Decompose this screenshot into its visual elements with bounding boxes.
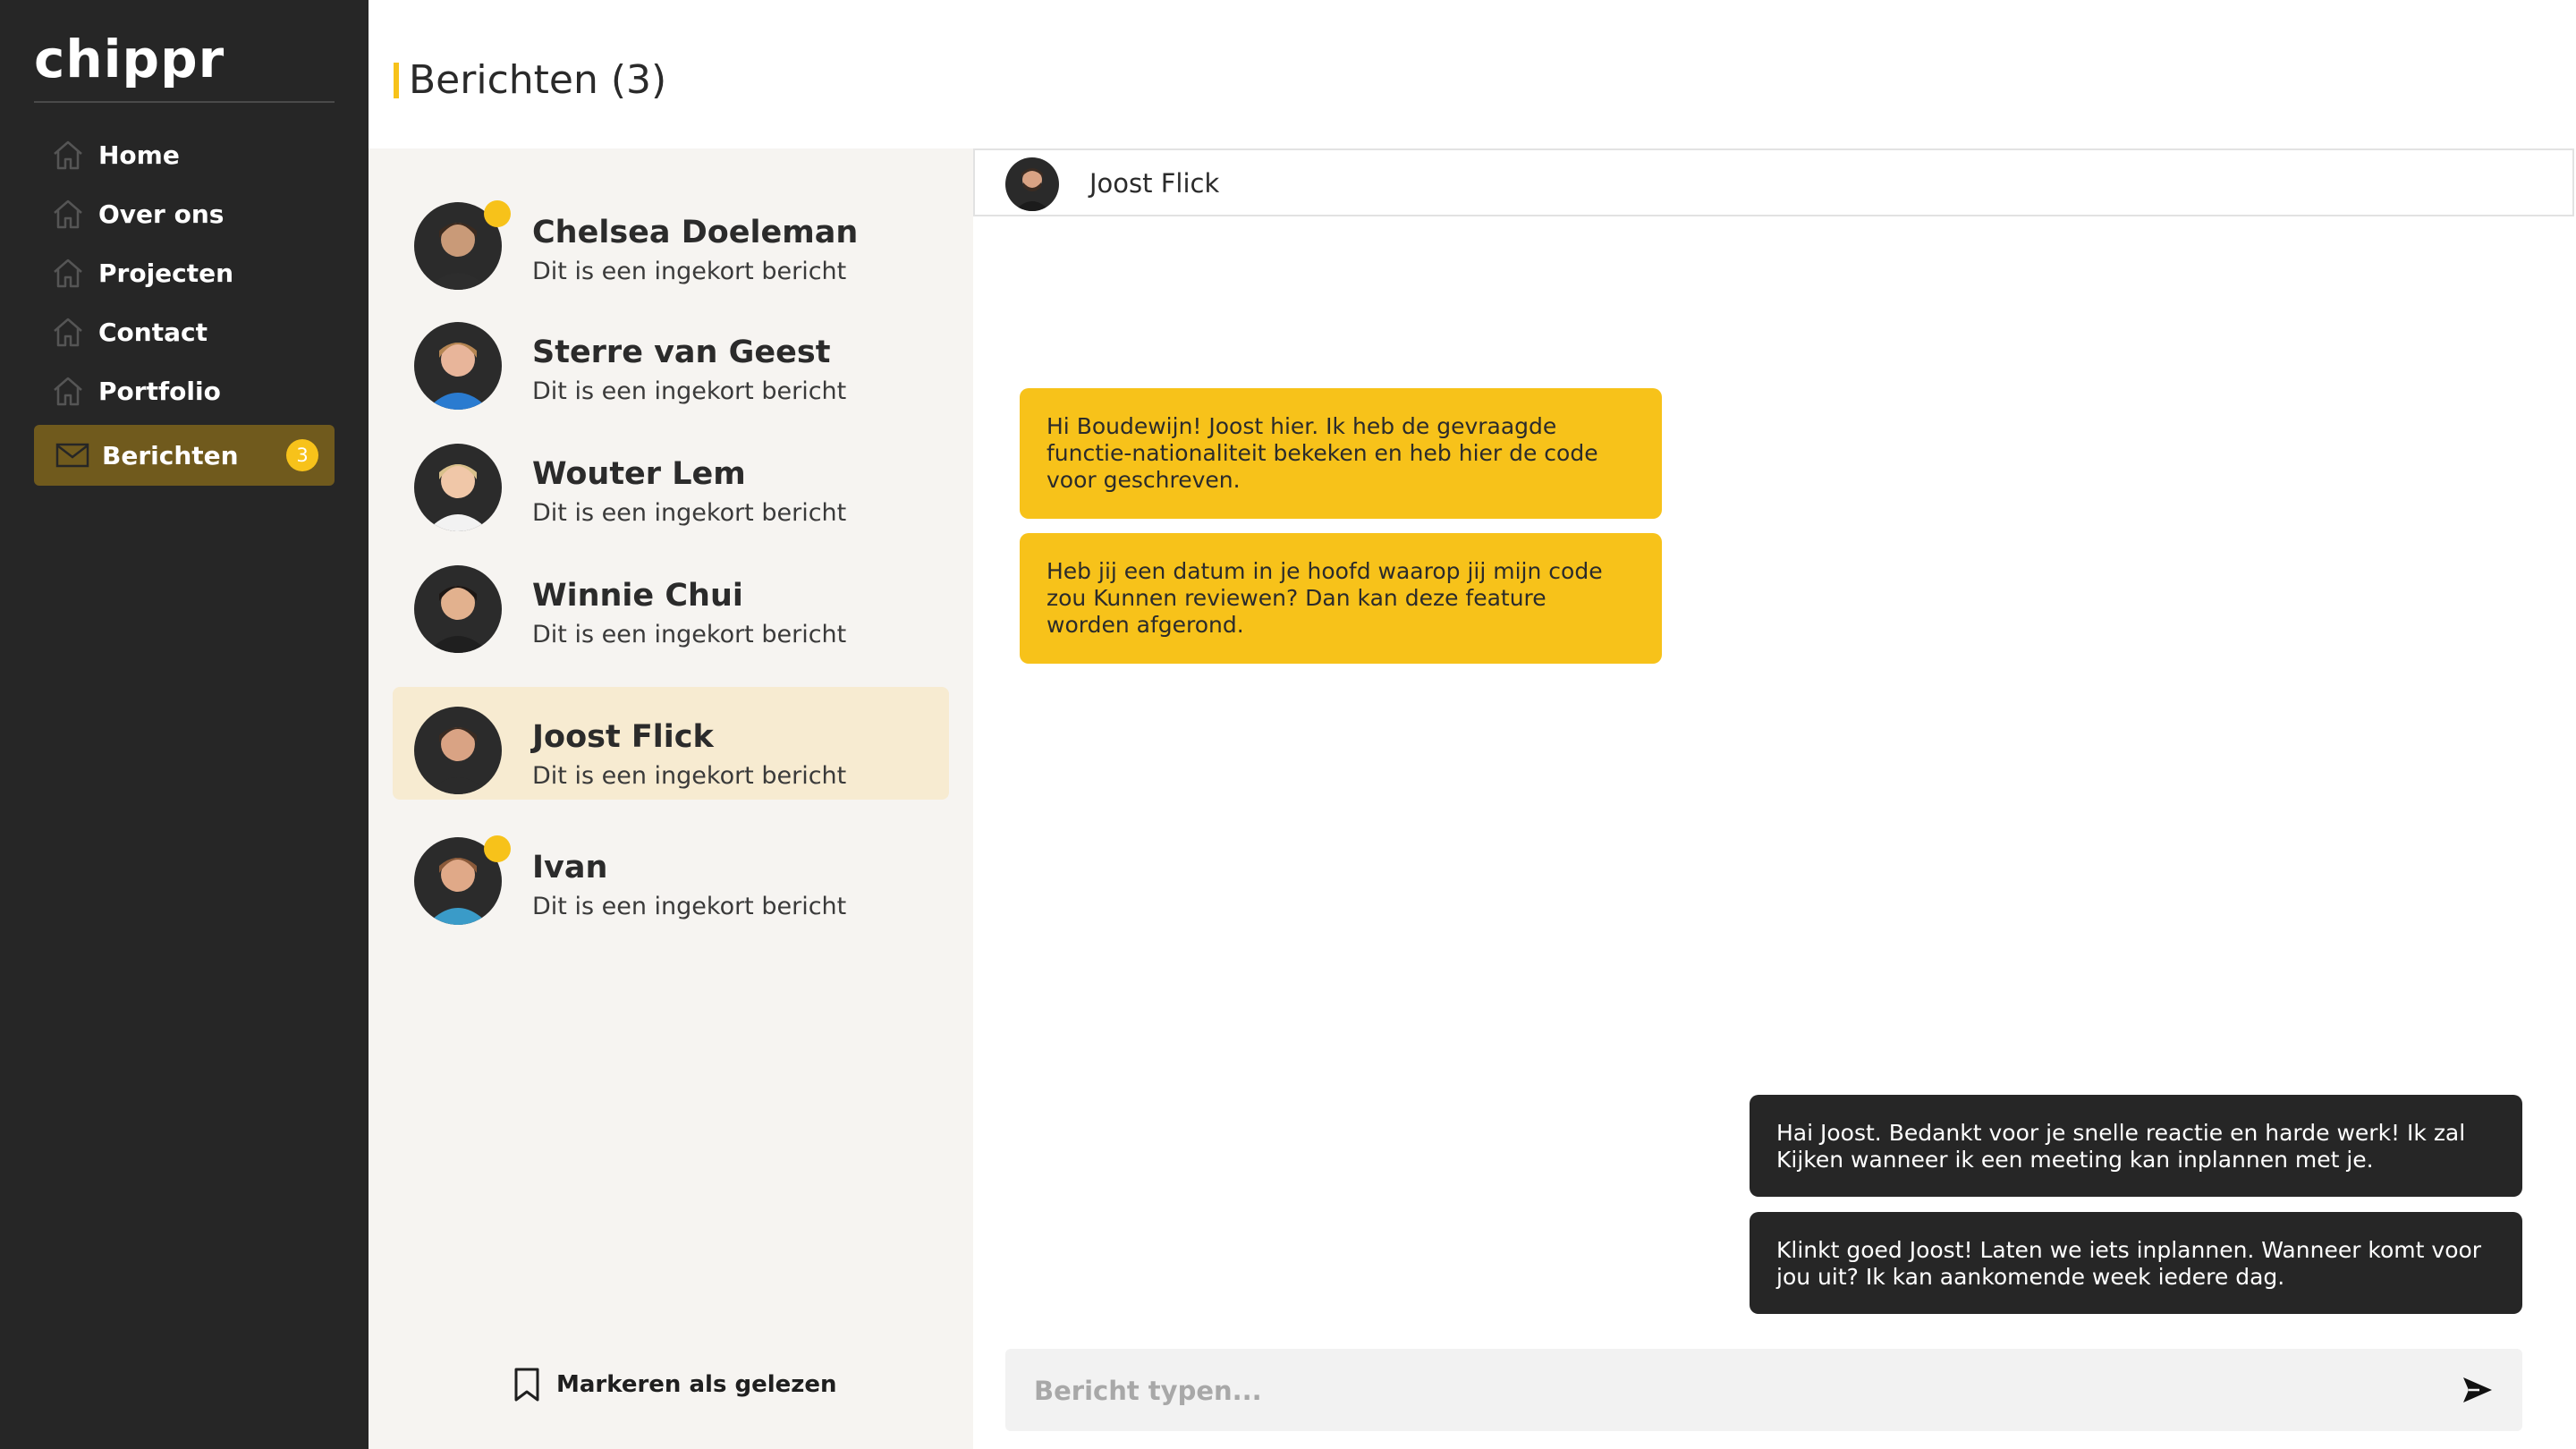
contact-preview: Dit is een ingekort bericht <box>532 377 847 405</box>
bookmark-icon <box>514 1368 539 1402</box>
contact-item[interactable]: Joost Flick Dit is een ingekort bericht <box>393 687 949 800</box>
contact-preview: Dit is een ingekort bericht <box>532 762 847 790</box>
avatar <box>414 322 502 410</box>
envelope-icon <box>55 442 89 469</box>
title-accent <box>394 63 399 98</box>
avatar <box>414 444 502 531</box>
sidebar-item-projecten[interactable]: Projecten <box>34 243 335 302</box>
sidebar-item-label: Portfolio <box>98 376 221 406</box>
page-title: Berichten (3) <box>409 57 667 103</box>
contact-name: Joost Flick <box>532 719 714 755</box>
mark-as-read-label: Markeren als gelezen <box>556 1371 837 1398</box>
sidebar-item-label: Over ons <box>98 199 225 229</box>
home-icon <box>50 137 86 173</box>
sidebar-item-label: Contact <box>98 317 208 347</box>
message-composer <box>1005 1349 2522 1433</box>
unread-indicator <box>484 835 511 862</box>
contact-item[interactable]: Wouter Lem Dit is een ingekort bericht <box>393 424 949 537</box>
home-icon <box>50 196 86 232</box>
sidebar-item-over-ons[interactable]: Over ons <box>34 184 335 243</box>
chat-contact-name: Joost Flick <box>1089 168 1220 199</box>
contact-name: Winnie Chui <box>532 578 743 614</box>
contact-name: Ivan <box>532 850 608 886</box>
send-icon <box>2463 1377 2492 1402</box>
outgoing-message: Klinkt goed Joost! Laten we iets inplann… <box>1750 1212 2522 1314</box>
incoming-message: Heb jij een datum in je hoofd waarop jij… <box>1020 533 1662 664</box>
page-header <box>369 0 2576 148</box>
contact-item[interactable]: Chelsea Doeleman Dit is een ingekort beri… <box>393 182 949 295</box>
unread-badge: 3 <box>286 439 318 471</box>
sidebar-item-home[interactable]: Home <box>34 125 335 184</box>
home-icon <box>50 255 86 291</box>
contact-name: Sterre van Geest <box>532 335 831 370</box>
contact-preview: Dit is een ingekort bericht <box>532 499 847 527</box>
chat-header: Joost Flick <box>973 148 2574 216</box>
avatar <box>1005 157 1059 211</box>
sidebar-item-label: Projecten <box>98 258 234 288</box>
contact-list: Chelsea Doeleman Dit is een ingekort beri… <box>369 148 973 1449</box>
sidebar-item-berichten[interactable]: Berichten 3 <box>34 425 335 486</box>
contact-item[interactable]: Sterre van Geest Dit is een ingekort beri… <box>393 302 949 415</box>
contact-preview: Dit is een ingekort bericht <box>532 258 847 285</box>
sidebar-item-label: Home <box>98 140 180 170</box>
sidebar-item-label: Berichten <box>102 440 239 470</box>
unread-indicator <box>484 200 511 227</box>
logo[interactable]: chippr <box>34 30 225 88</box>
avatar <box>414 707 502 794</box>
divider <box>34 101 335 103</box>
outgoing-message: Hai Joost. Bedankt voor je snelle reacti… <box>1750 1095 2522 1197</box>
send-button[interactable] <box>2460 1372 2496 1408</box>
home-icon <box>50 373 86 409</box>
contact-preview: Dit is een ingekort bericht <box>532 621 847 648</box>
mark-as-read-button[interactable]: Markeren als gelezen <box>512 1367 837 1402</box>
home-icon <box>50 314 86 350</box>
incoming-message: Hi Boudewijn! Joost hier. Ik heb de gevr… <box>1020 388 1662 519</box>
sidebar: chippr Home Over ons Projecten Contact P… <box>0 0 369 1449</box>
contact-name: Wouter Lem <box>532 456 746 492</box>
contact-item[interactable]: Winnie Chui Dit is een ingekort bericht <box>393 546 949 658</box>
message-input[interactable] <box>1032 1349 2395 1433</box>
contact-preview: Dit is een ingekort bericht <box>532 893 847 920</box>
contact-name: Chelsea Doeleman <box>532 215 859 250</box>
avatar <box>414 565 502 653</box>
contact-item[interactable]: Ivan Dit is een ingekort bericht <box>393 818 949 930</box>
sidebar-item-portfolio[interactable]: Portfolio <box>34 361 335 420</box>
sidebar-item-contact[interactable]: Contact <box>34 302 335 361</box>
nav-menu: Home Over ons Projecten Contact Portfoli… <box>34 125 335 420</box>
